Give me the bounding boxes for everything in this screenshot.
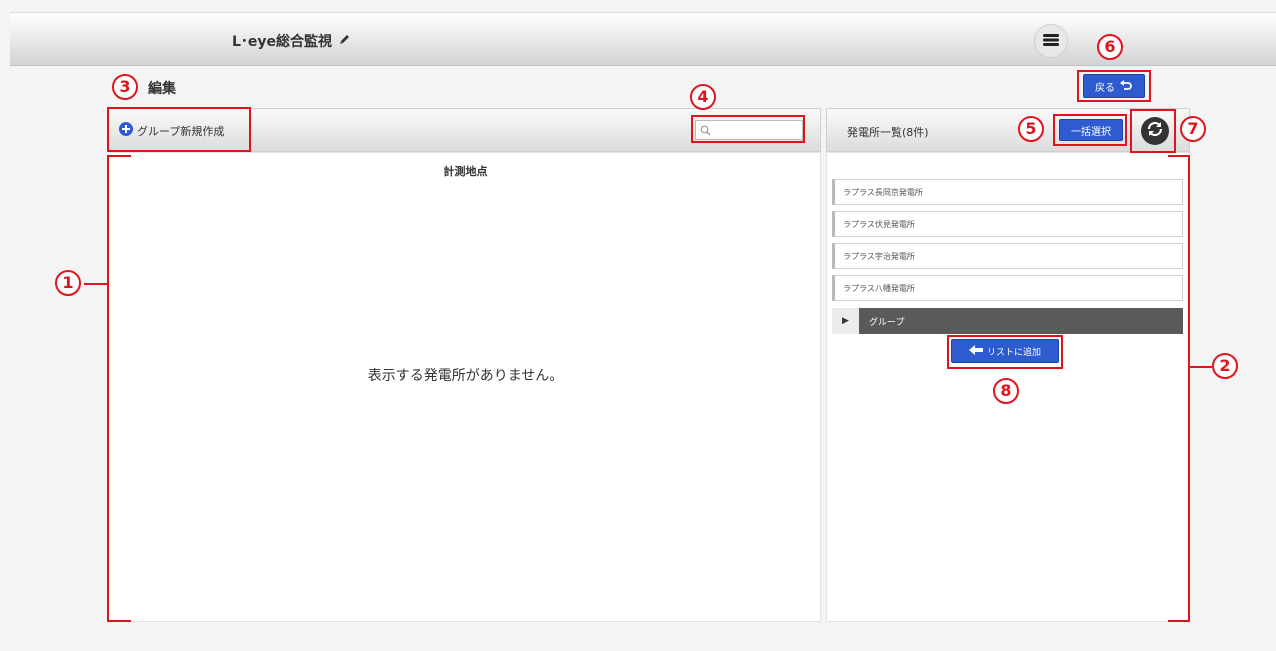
annotation-marker-7: 7 (1180, 116, 1206, 142)
annotation-bracket-1-top (107, 155, 131, 157)
annotation-box-new-group (107, 107, 251, 152)
annotation-box-add-to-list (947, 335, 1063, 369)
triangle-right-icon: ▶ (832, 308, 859, 334)
page-title: 編集 (148, 81, 176, 97)
pencil-icon[interactable] (338, 33, 351, 50)
plant-count-label: 発電所一覧(8件) (847, 126, 929, 139)
annotation-leader-2 (1190, 366, 1212, 368)
app-header: L･eye総合監視 (10, 12, 1276, 66)
plant-list-item[interactable]: ラプラス長岡京発電所 (832, 179, 1183, 205)
annotation-bracket-2-bottom (1168, 620, 1190, 622)
annotation-marker-8: 8 (993, 378, 1019, 404)
app-title-text: L･eye総合監視 (232, 34, 333, 50)
plant-list-item[interactable]: ラプラス宇治発電所 (832, 243, 1183, 269)
hamburger-menu-button[interactable] (1034, 24, 1068, 58)
measurement-point-panel: 計測地点 表示する発電所がありません。 (108, 152, 821, 622)
annotation-box-back (1077, 70, 1151, 102)
annotation-box-refresh (1130, 109, 1176, 153)
measurement-point-header: 計測地点 (443, 165, 488, 178)
empty-message: 表示する発電所がありません。 (367, 368, 564, 384)
annotation-box-bulk-select (1053, 114, 1127, 146)
annotation-marker-5: 5 (1018, 116, 1044, 142)
plant-list-item[interactable]: ラプラス伏見発電所 (832, 211, 1183, 237)
annotation-bracket-2 (1188, 155, 1190, 622)
annotation-leader-1 (84, 283, 108, 285)
annotation-marker-3: 3 (112, 74, 138, 100)
hamburger-menu-icon (1042, 32, 1060, 51)
app-title[interactable]: L･eye総合監視 (232, 31, 351, 51)
group-label: グループ (869, 317, 905, 328)
annotation-marker-4: 4 (690, 84, 716, 110)
annotation-box-search (691, 115, 805, 143)
annotation-bracket-1 (107, 155, 109, 622)
annotation-bracket-2-top (1168, 155, 1190, 157)
annotation-bracket-1-bottom (107, 620, 131, 622)
group-expander[interactable]: ▶ グループ (832, 308, 1183, 334)
annotation-marker-6: 6 (1097, 34, 1123, 60)
annotation-marker-2: 2 (1212, 353, 1238, 379)
plant-list-item[interactable]: ラプラス八幡発電所 (832, 275, 1183, 301)
annotation-marker-1: 1 (55, 270, 81, 296)
